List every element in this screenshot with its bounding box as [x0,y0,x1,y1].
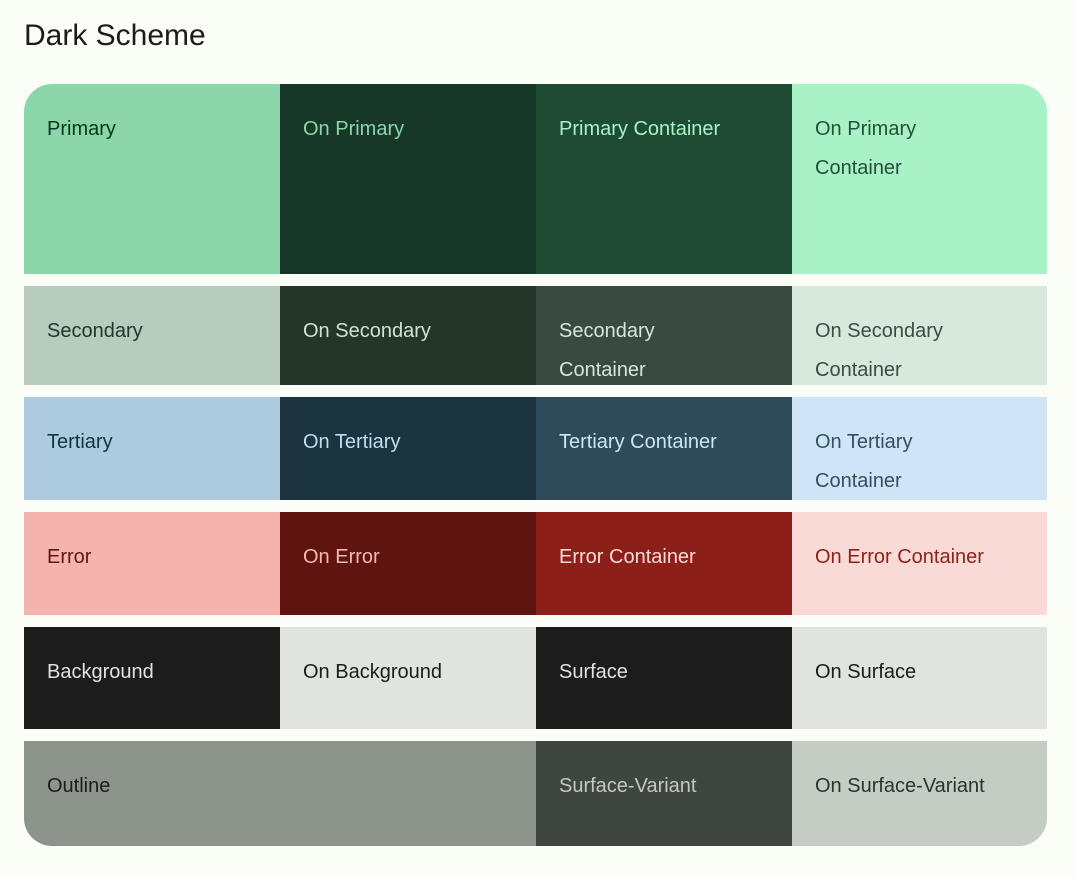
swatch-error[interactable]: Error [24,512,280,615]
swatch-row-tertiary: Tertiary On Tertiary Tertiary Container … [24,397,1047,500]
swatch-surface[interactable]: Surface [536,627,792,729]
swatch-on-surface[interactable]: On Surface [792,627,1047,729]
swatch-row-secondary: Secondary On Secondary Secondary Contain… [24,286,1047,385]
swatch-on-error[interactable]: On Error [280,512,536,615]
swatch-label: On Tertiary [303,431,401,453]
swatch-label: Tertiary [47,431,113,453]
swatch-label: On Tertiary Container [815,431,913,492]
dark-scheme-page: Dark Scheme Primary On Primary Primary C… [0,0,1076,876]
swatch-label: On Surface [815,661,917,683]
swatch-label: Surface [559,661,628,683]
swatch-label: Surface-Variant [559,775,697,797]
swatch-label: On Background [303,661,442,683]
swatch-on-primary[interactable]: On Primary [280,84,536,274]
swatch-label: On Surface-Variant [815,775,985,797]
swatch-label: Error Container [559,546,696,568]
swatch-on-secondary[interactable]: On Secondary [280,286,536,385]
swatch-on-error-container[interactable]: On Error Container [792,512,1047,615]
swatch-outline[interactable]: Outline [24,741,536,846]
swatch-error-container[interactable]: Error Container [536,512,792,615]
swatch-on-surface-variant[interactable]: On Surface-Variant [792,741,1047,846]
swatch-on-tertiary-container[interactable]: On Tertiary Container [792,397,1047,500]
swatch-label: Tertiary Container [559,431,717,453]
swatch-label: On Primary [303,118,405,140]
swatch-tertiary-container[interactable]: Tertiary Container [536,397,792,500]
swatch-label: On Secondary [303,320,431,342]
swatch-label: Secondary [47,320,143,342]
page-title: Dark Scheme [24,19,206,52]
swatch-label: On Error Container [815,546,984,568]
swatch-on-primary-container[interactable]: On Primary Container [792,84,1047,274]
swatch-on-tertiary[interactable]: On Tertiary [280,397,536,500]
swatch-primary[interactable]: Primary [24,84,280,274]
swatch-label: On Primary Container [815,118,917,179]
swatch-label: Primary [47,118,116,140]
swatch-row-error: Error On Error Error Container On Error … [24,512,1047,615]
swatch-label: Error [47,546,92,568]
swatch-secondary[interactable]: Secondary [24,286,280,385]
swatch-background[interactable]: Background [24,627,280,729]
color-scheme-grid: Primary On Primary Primary Container On … [24,84,1047,846]
swatch-primary-container[interactable]: Primary Container [536,84,792,274]
swatch-secondary-container[interactable]: Secondary Container [536,286,792,385]
swatch-label: Background [47,661,154,683]
swatch-label: On Error [303,546,380,568]
swatch-row-primary: Primary On Primary Primary Container On … [24,84,1047,274]
swatch-surface-variant[interactable]: Surface-Variant [536,741,792,846]
swatch-row-background: Background On Background Surface On Surf… [24,627,1047,729]
swatch-label: Primary Container [559,118,721,140]
swatch-row-outline: Outline Surface-Variant On Surface-Varia… [24,741,1047,846]
swatch-label: Outline [47,775,111,797]
swatch-label: On Secondary Container [815,320,943,381]
swatch-on-background[interactable]: On Background [280,627,536,729]
swatch-tertiary[interactable]: Tertiary [24,397,280,500]
swatch-on-secondary-container[interactable]: On Secondary Container [792,286,1047,385]
swatch-label: Secondary Container [559,320,655,381]
